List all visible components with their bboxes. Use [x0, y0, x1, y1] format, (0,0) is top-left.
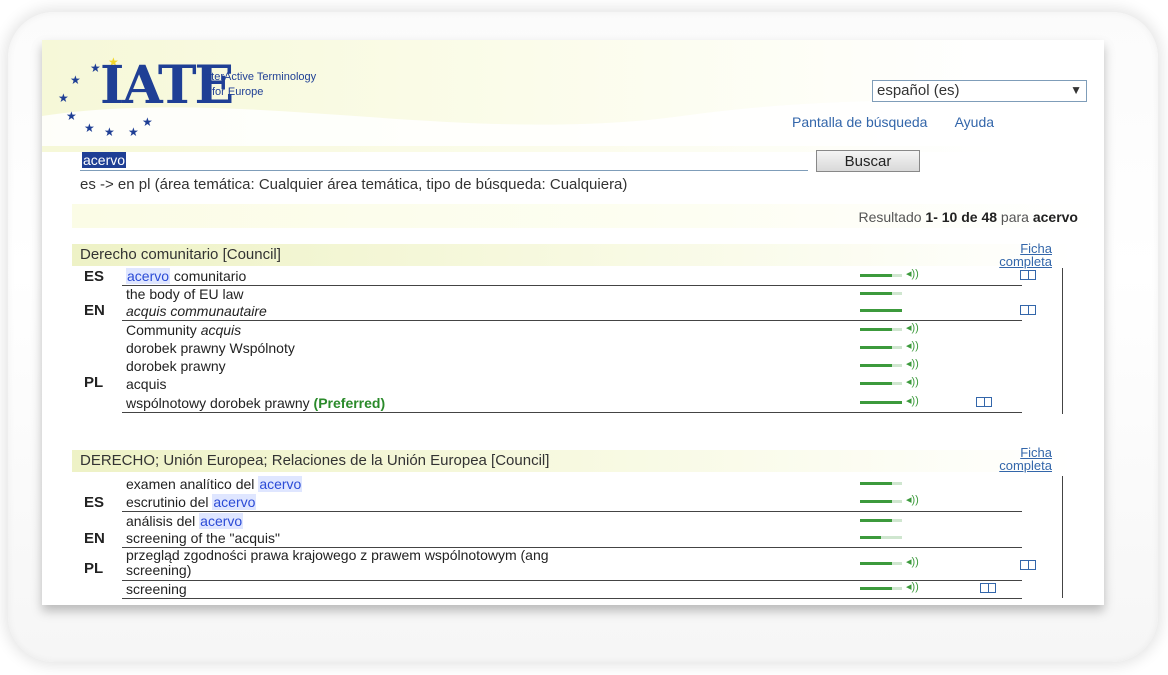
sound-icon: ◂))	[906, 494, 919, 506]
lang-code: EN	[84, 302, 105, 319]
term-row: acquis communautaire	[122, 303, 1036, 321]
lang-code: EN	[84, 530, 105, 547]
help-link[interactable]: Ayuda	[955, 114, 994, 130]
term-row: Community acquis ◂))	[126, 322, 919, 338]
note-icon[interactable]	[980, 583, 996, 593]
term-row: examen analítico del acervo	[122, 476, 1022, 493]
term-row: análisis del acervo	[122, 513, 1022, 530]
logo-tagline: InterActive Terminology for Europe	[202, 71, 317, 98]
lang-code: ES	[84, 494, 105, 511]
note-icon[interactable]	[976, 397, 992, 407]
search-input[interactable]: acervo	[80, 152, 808, 171]
top-links: Pantalla de búsqueda Ayuda	[792, 114, 1018, 130]
entry-domain: DERECHO; Unión Europea; Relaciones de la…	[72, 450, 1072, 472]
search-button[interactable]: Buscar	[816, 150, 920, 172]
sound-icon: ◂))	[906, 340, 919, 352]
term-row: escrutinio del acervo ◂))	[122, 494, 1022, 512]
chevron-down-icon: ▼	[1070, 83, 1082, 97]
star-icon: ★	[70, 73, 81, 87]
term-row: screening ◂))	[122, 581, 1022, 599]
term-row: the body of EU law	[122, 286, 1022, 303]
sound-icon: ◂))	[906, 322, 919, 334]
term-row: screening of the "acquis"	[122, 530, 1022, 548]
star-icon: ★	[104, 125, 115, 139]
language-select[interactable]: español (es) ▼	[872, 80, 1087, 102]
search-screen-link[interactable]: Pantalla de búsqueda	[792, 114, 927, 130]
star-icon: ★	[66, 109, 77, 123]
full-entry-link[interactable]: Ficha completa	[999, 242, 1052, 268]
sound-icon: ◂))	[906, 358, 919, 370]
lang-code: ES	[84, 268, 105, 285]
sound-icon: ◂))	[906, 581, 919, 593]
term-row: acquis ◂))	[126, 376, 919, 392]
divider	[1062, 268, 1063, 414]
star-icon: ★	[84, 121, 95, 135]
sound-icon: ◂))	[906, 395, 919, 407]
book-icon[interactable]	[1020, 270, 1036, 280]
iate-page: ★ ★ ★ ★ ★ ★ ★ ★ ★ IATE InterActive Termi…	[42, 40, 1104, 605]
lang-code: PL	[84, 560, 104, 577]
star-icon: ★	[58, 91, 69, 105]
lang-code: PL	[84, 374, 104, 391]
entry-domain: Derecho comunitario [Council]	[72, 244, 1072, 266]
results-count: Resultado 1- 10 de 48 para acervo	[858, 209, 1078, 225]
iate-logo[interactable]: ★ ★ ★ ★ ★ ★ ★ ★ ★ IATE	[46, 50, 234, 138]
term-row: acervo comunitario ◂))	[122, 268, 1036, 286]
sound-icon: ◂))	[906, 376, 919, 388]
term-row: przegląd zgodności prawa krajowego z pra…	[122, 548, 1036, 581]
term-row: wspólnotowy dorobek prawny (Preferred) ◂…	[122, 395, 1022, 413]
sound-icon: ◂))	[906, 268, 919, 280]
term-row: dorobek prawny ◂))	[126, 358, 919, 374]
full-entry-link[interactable]: Ficha completa	[999, 446, 1052, 472]
star-icon: ★	[142, 115, 153, 129]
search-criteria: es -> en pl (área temática: Cualquier ár…	[80, 176, 628, 193]
sound-icon: ◂))	[906, 556, 919, 568]
book-icon[interactable]	[1020, 305, 1036, 315]
term-row: dorobek prawny Wspólnoty ◂))	[126, 340, 919, 356]
book-icon[interactable]	[1020, 560, 1036, 570]
star-icon: ★	[128, 125, 139, 139]
divider	[1062, 476, 1063, 598]
